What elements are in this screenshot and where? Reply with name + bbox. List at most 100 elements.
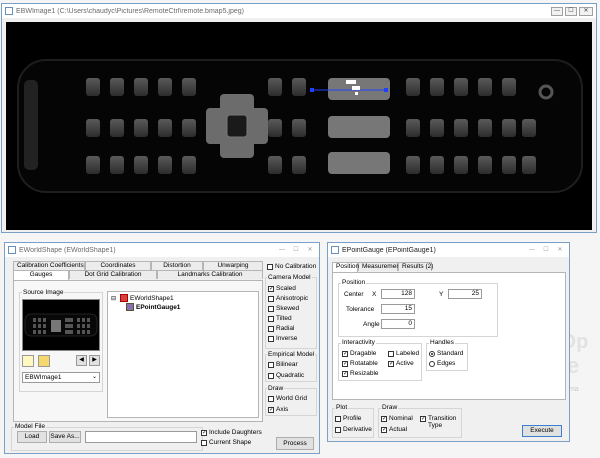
load-button[interactable]: Load — [17, 431, 47, 443]
scaled-box[interactable]: ✓ — [268, 285, 274, 292]
transition-type-checkbox[interactable]: ✓ Transition Type — [420, 415, 464, 429]
profile-checkbox[interactable]: Profile — [335, 415, 361, 422]
model-file-path-input[interactable] — [85, 431, 197, 443]
tilted-box[interactable] — [268, 315, 274, 322]
axis-box[interactable]: ✓ — [268, 406, 274, 413]
collapse-icon[interactable]: ⊟ — [111, 295, 118, 302]
active-box[interactable]: ✓ — [388, 360, 394, 367]
tilted-checkbox[interactable]: Tilted — [268, 315, 292, 322]
shape-tree[interactable]: ⊟ EWorldShape1 EPointGauge1 — [107, 291, 259, 418]
open-folder-icon[interactable] — [38, 355, 50, 367]
point-gauge-minimize-button[interactable]: — — [526, 246, 538, 255]
edges-radio-dot[interactable] — [429, 360, 435, 367]
axis-checkbox[interactable]: ✓ Axis — [268, 406, 288, 413]
angle-input[interactable]: 0 — [381, 319, 415, 329]
anisotropic-checkbox[interactable]: Anisotropic — [268, 295, 308, 302]
skewed-box[interactable] — [268, 305, 274, 312]
resizable-checkbox[interactable]: ✓ Resizable — [342, 370, 379, 377]
tab-results[interactable]: Results (2) — [398, 262, 433, 271]
new-file-icon[interactable] — [22, 355, 34, 367]
world-shape-window[interactable]: EWorldShape (EWorldShape1) — ☐ ✕ Calibra… — [4, 242, 320, 454]
bilinear-box[interactable] — [268, 361, 274, 368]
quadratic-checkbox[interactable]: Quadratic — [268, 372, 304, 379]
rotatable-box[interactable]: ✓ — [342, 360, 348, 367]
tree-root-item[interactable]: ⊟ EWorldShape1 — [111, 294, 174, 302]
process-button[interactable]: Process — [276, 437, 314, 450]
edges-radio[interactable]: Edges — [429, 360, 455, 367]
center-y-input[interactable]: 25 — [448, 289, 482, 299]
no-calibration-box[interactable] — [267, 263, 273, 270]
point-gauge-titlebar[interactable]: EPointGauge (EPointGauge1) — ☐ ✕ — [328, 243, 569, 257]
source-image-thumbnail[interactable] — [22, 299, 100, 351]
derivative-checkbox[interactable]: Derivative — [335, 426, 372, 433]
include-daughters-box[interactable]: ✓ — [201, 429, 207, 436]
derivative-box[interactable] — [335, 426, 341, 433]
model-file-label: Model File — [14, 423, 46, 430]
prev-arrow-icon[interactable]: ◀ — [76, 355, 87, 366]
point-gauge-close-button[interactable]: ✕ — [554, 246, 566, 255]
no-calibration-checkbox[interactable]: No Calibration — [267, 263, 316, 270]
tree-child-item[interactable]: EPointGauge1 — [126, 303, 180, 311]
center-x-input[interactable]: 128 — [381, 289, 415, 299]
world-shape-close-button[interactable]: ✕ — [304, 246, 316, 255]
tab-calibration-coefficients[interactable]: Calibration Coefficients — [13, 261, 85, 270]
standard-radio-dot[interactable] — [429, 350, 435, 357]
tolerance-input[interactable]: 15 — [381, 304, 415, 314]
radial-box[interactable] — [268, 325, 274, 332]
dragable-box[interactable]: ✓ — [342, 350, 348, 357]
source-image-select[interactable]: EBWImage1 ⌄ — [22, 372, 100, 383]
point-gauge-window[interactable]: EPointGauge (EPointGauge1) — ☐ ✕ Positio… — [327, 242, 570, 442]
anisotropic-box[interactable] — [268, 295, 274, 302]
world-shape-maximize-button[interactable]: ☐ — [290, 246, 302, 255]
edges-label: Edges — [437, 360, 456, 367]
actual-checkbox[interactable]: ✓ Actual — [381, 426, 407, 433]
labeled-box[interactable] — [388, 350, 394, 357]
tab-dot-grid-calibration[interactable]: Dot Grid Calibration — [69, 270, 157, 279]
radial-label: Radial — [276, 325, 295, 332]
minimize-button[interactable]: — — [551, 6, 563, 16]
bilinear-checkbox[interactable]: Bilinear — [268, 361, 298, 368]
profile-box[interactable] — [335, 415, 341, 422]
skewed-checkbox[interactable]: Skewed — [268, 305, 299, 312]
tab-gauges[interactable]: Gauges — [13, 270, 69, 280]
dragable-checkbox[interactable]: ✓ Dragable — [342, 350, 376, 357]
save-as-button[interactable]: Save As... — [49, 431, 81, 443]
image-window[interactable]: EBWImage1 (C:\Users\chaudyc\Pictures\Rem… — [1, 3, 597, 233]
point-gauge-maximize-button[interactable]: ☐ — [540, 246, 552, 255]
close-button[interactable]: ✕ — [579, 6, 593, 16]
quadratic-box[interactable] — [268, 372, 274, 379]
tab-measurement[interactable]: Measurement — [358, 262, 402, 271]
inverse-box[interactable] — [268, 335, 274, 342]
resizable-box[interactable]: ✓ — [342, 370, 348, 377]
standard-radio[interactable]: Standard — [429, 350, 463, 357]
tab-unwarping[interactable]: Unwarping — [203, 261, 263, 270]
image-window-titlebar[interactable]: EBWImage1 (C:\Users\chaudyc\Pictures\Rem… — [2, 4, 596, 18]
image-canvas[interactable] — [6, 22, 592, 230]
nominal-checkbox[interactable]: ✓ Nominal — [381, 415, 413, 422]
world-grid-box[interactable] — [268, 395, 274, 402]
scaled-checkbox[interactable]: ✓ Scaled — [268, 285, 296, 292]
tab-coordinates[interactable]: Coordinates — [85, 261, 151, 270]
include-daughters-checkbox[interactable]: ✓ Include Daughters — [201, 429, 262, 436]
transition-type-label: Transition Type — [428, 415, 457, 429]
radial-checkbox[interactable]: Radial — [268, 325, 294, 332]
inverse-checkbox[interactable]: Inverse — [268, 335, 297, 342]
active-checkbox[interactable]: ✓ Active — [388, 360, 414, 367]
actual-box[interactable]: ✓ — [381, 426, 387, 433]
tab-distortion[interactable]: Distortion — [151, 261, 203, 270]
current-shape-checkbox[interactable]: Current Shape — [201, 439, 251, 446]
world-grid-checkbox[interactable]: World Grid — [268, 395, 307, 402]
transition-type-box[interactable]: ✓ — [420, 416, 426, 422]
tab-position[interactable]: Position — [332, 262, 359, 272]
nominal-box[interactable]: ✓ — [381, 415, 387, 422]
current-shape-box[interactable] — [201, 439, 207, 446]
interactivity-label: Interactivity — [341, 339, 376, 346]
rotatable-checkbox[interactable]: ✓ Rotatable — [342, 360, 378, 367]
world-shape-titlebar[interactable]: EWorldShape (EWorldShape1) — ☐ ✕ — [5, 243, 319, 257]
next-arrow-icon[interactable]: ▶ — [89, 355, 100, 366]
world-shape-minimize-button[interactable]: — — [276, 246, 288, 255]
maximize-button[interactable]: ☐ — [565, 6, 577, 16]
labeled-checkbox[interactable]: Labeled — [388, 350, 419, 357]
tab-landmarks-calibration[interactable]: Landmarks Calibration — [157, 270, 263, 279]
execute-button[interactable]: Execute — [522, 425, 562, 437]
